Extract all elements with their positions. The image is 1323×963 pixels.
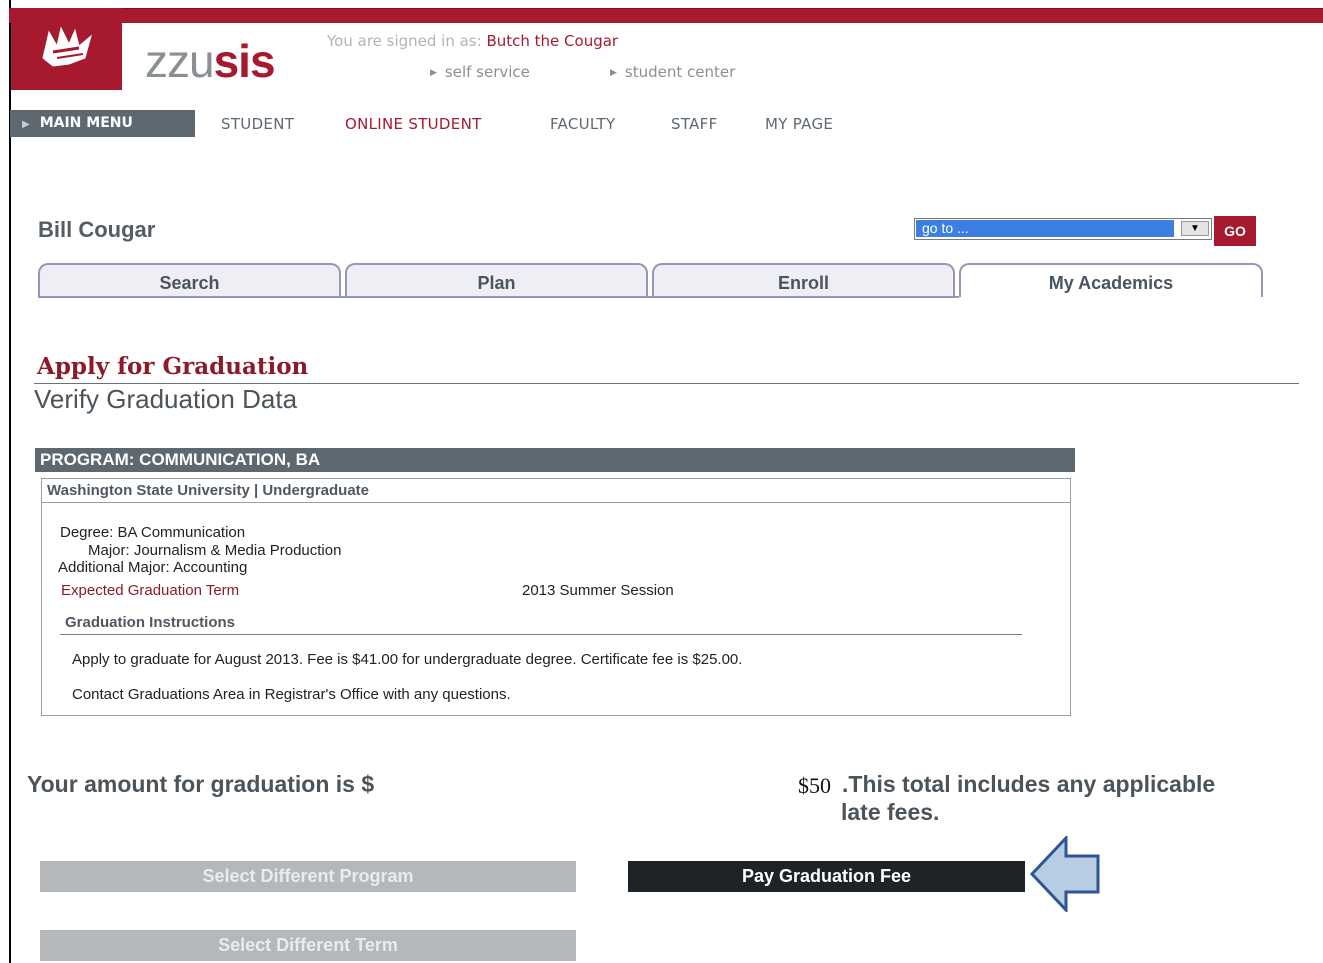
major-text: Major: Journalism & Media Production (88, 542, 342, 559)
nav-my-page[interactable]: MY PAGE (765, 115, 833, 133)
chevron-down-icon[interactable]: ▼ (1181, 221, 1209, 236)
instructions-divider (60, 634, 1022, 635)
zzusis-logo[interactable]: zzusis (145, 35, 276, 87)
triangle-right-icon: ▶ (610, 68, 617, 78)
instruction-line: Contact Graduations Area in Registrar's … (72, 686, 511, 703)
top-banner (9, 8, 1323, 23)
institution-divider (41, 502, 1071, 503)
amount-value: $50 (798, 773, 831, 798)
instructions-header: Graduation Instructions (65, 614, 236, 631)
expected-term-label: Expected Graduation Term (61, 582, 240, 599)
nav-staff[interactable]: STAFF (671, 115, 718, 133)
brand-prefix: zzu (145, 35, 215, 87)
main-menu-button[interactable]: ▶ MAIN MENU (10, 110, 195, 137)
nav-online-student[interactable]: ONLINE STUDENT (345, 115, 482, 133)
self-service-link[interactable]: ▶ self service (430, 63, 530, 81)
amount-label: Your amount for graduation is $ (27, 771, 375, 797)
amount-note: .This total includes any applicable (842, 771, 1216, 797)
institution-career: Washington State University | Undergradu… (47, 482, 370, 499)
signed-in-label: You are signed in as: (327, 32, 482, 50)
program-header: PROGRAM: COMMUNICATION, BA (35, 448, 1075, 472)
tab-enroll-label: Enroll (777, 273, 829, 293)
tab-baseline (38, 296, 959, 298)
amount-note-continued: late fees. (841, 799, 940, 825)
page-title: Apply for Graduation (37, 353, 309, 380)
go-button[interactable]: GO (1214, 216, 1256, 246)
nav-faculty[interactable]: FACULTY (550, 115, 615, 133)
brand-suffix: sis (213, 35, 276, 87)
goto-select[interactable]: go to ... ▼ (914, 218, 1212, 240)
degree-text: Degree: BA Communication (60, 524, 246, 541)
main-menu-label: MAIN MENU (39, 115, 133, 131)
student-center-link[interactable]: ▶ student center (610, 63, 735, 81)
arrow-left-icon (1030, 836, 1100, 912)
triangle-right-icon: ▶ (430, 68, 437, 78)
tab-my-academics-label: My Academics (1048, 273, 1174, 293)
student-name: Bill Cougar (38, 217, 156, 242)
signed-in-info: You are signed in as: Butch the Cougar (327, 32, 618, 50)
tab-plan[interactable]: Plan (345, 263, 648, 297)
tab-search[interactable]: Search (38, 263, 341, 297)
university-logo[interactable] (11, 8, 122, 90)
tab-enroll[interactable]: Enroll (652, 263, 955, 297)
page-subtitle: Verify Graduation Data (34, 384, 298, 414)
pay-graduation-fee-button[interactable]: Pay Graduation Fee (628, 861, 1025, 892)
self-service-label: self service (444, 63, 530, 81)
instruction-line: Apply to graduate for August 2013. Fee i… (72, 651, 743, 668)
tab-plan-label: Plan (477, 273, 516, 293)
tab-search-label: Search (159, 273, 220, 293)
nav-student[interactable]: STUDENT (221, 115, 294, 133)
triangle-right-icon: ▶ (22, 119, 30, 130)
select-different-program-button[interactable]: Select Different Program (40, 861, 576, 892)
select-different-term-button[interactable]: Select Different Term (40, 930, 576, 961)
tab-my-academics[interactable]: My Academics (959, 263, 1263, 297)
additional-major-text: Additional Major: Accounting (58, 559, 248, 576)
student-center-label: student center (624, 63, 736, 81)
signed-in-user: Butch the Cougar (486, 32, 619, 50)
cougar-head-icon (42, 26, 92, 67)
goto-selected-value: go to ... (916, 220, 1174, 237)
expected-term-value: 2013 Summer Session (522, 582, 674, 599)
